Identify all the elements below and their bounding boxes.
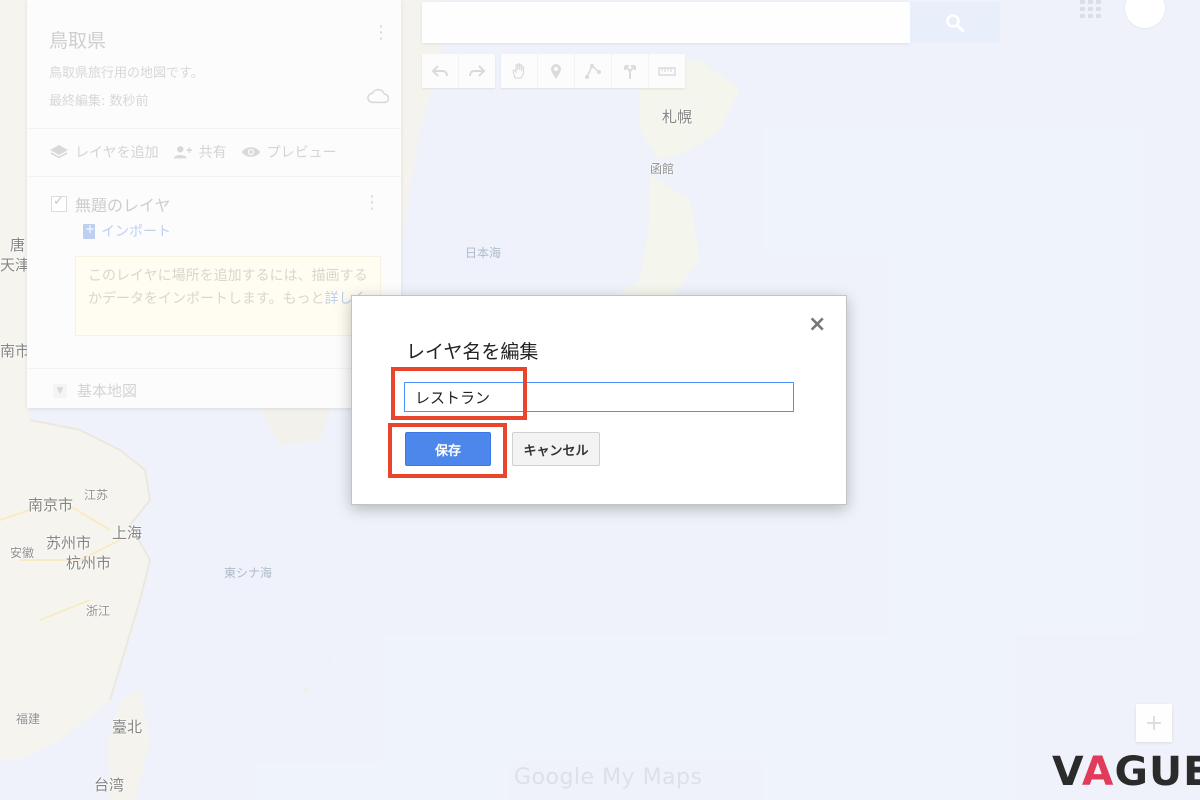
cancel-button[interactable]: キャンセル	[512, 432, 600, 466]
dialog-title: レイヤ名を編集	[406, 341, 539, 363]
vague-logo-rest: GUE	[1114, 749, 1200, 795]
highlight-save-annotation	[388, 423, 507, 478]
vague-logo: VAGUE	[1052, 749, 1200, 795]
close-icon[interactable]: ×	[808, 312, 826, 337]
vague-logo-a: A	[1081, 749, 1115, 795]
vague-logo-v: V	[1052, 749, 1082, 795]
highlight-input-annotation	[391, 367, 527, 420]
